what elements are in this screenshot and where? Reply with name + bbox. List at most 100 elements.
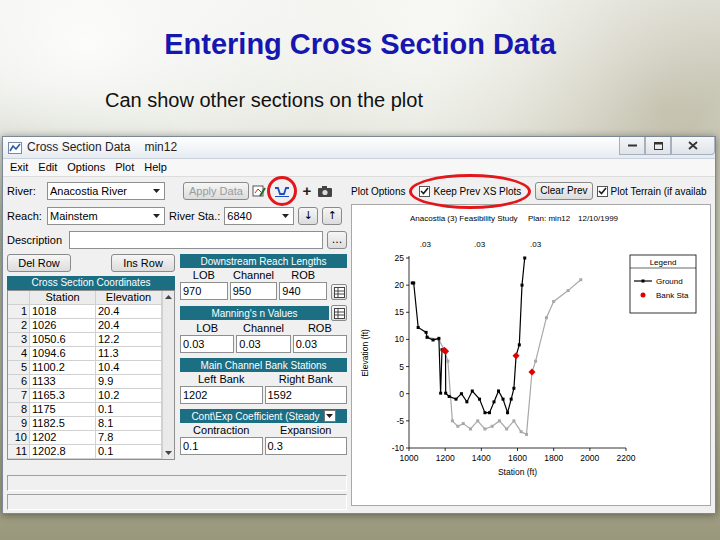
editor-panel: River:Anacostia RiverApply Data+Reach:Ma… [7,180,347,510]
highlight-circle [267,176,297,206]
x-axis-label: Station (ft) [498,467,537,477]
apply-data-button[interactable]: Apply Data [183,182,249,200]
menu-item[interactable]: Plot [110,159,139,176]
menu-item[interactable]: Help [139,159,172,176]
legend-box [630,255,696,313]
table-cell[interactable]: 1202 [30,431,96,445]
field-value[interactable]: 970 [180,282,228,300]
ground-point [520,430,523,433]
insert-row-button[interactable]: Ins Row [111,254,175,272]
station-nav-button[interactable]: ↑ [322,207,342,225]
checkbox-option[interactable]: Keep Prev XS Plots [419,185,521,198]
parameter-section: Downstream Reach LengthsLOB970Channel950… [180,254,347,300]
camera-icon[interactable] [317,183,333,199]
table-cell[interactable]: 12.2 [96,333,162,347]
table-cell[interactable]: 9.9 [96,375,162,389]
table-cell[interactable]: 0.1 [96,445,162,459]
section-header-row: Main Channel Bank Stations [180,358,347,372]
table-icon[interactable] [331,284,347,300]
cross-section-window: Cross Section Datamin12ExitEditOptionsPl… [2,136,716,514]
table-cell[interactable]: 8.1 [96,417,162,431]
row-number: 1 [8,305,30,319]
ground-point [456,425,459,428]
x-tick-label: 1600 [508,453,527,463]
close-icon[interactable] [671,137,715,155]
y-tick [406,420,409,421]
coordinates-table: StationElevation1101820.42102620.431050.… [7,290,175,460]
description-input[interactable] [69,231,323,249]
checkbox-option[interactable]: Plot Terrain (if availab [597,185,707,198]
maximize-icon[interactable] [645,137,671,155]
ground-point [432,338,435,341]
table-cell[interactable]: 10.4 [96,361,162,375]
field-value[interactable]: 0.03 [180,335,234,353]
add-button[interactable]: + [299,183,315,199]
table-cell[interactable]: 1165.3 [30,389,96,403]
description-more-button[interactable]: ... [327,231,347,249]
ground-point [446,360,449,363]
table-cell[interactable]: 20.4 [96,305,162,319]
field-value[interactable]: 0.1 [180,437,263,455]
plot-panel: Plot Options Keep Prev XS Plots Clear Prev… [351,180,711,510]
y-tick-label: 5 [399,362,404,372]
table-cell[interactable]: 1026 [30,319,96,333]
dropdown-arrow-icon[interactable] [279,209,291,223]
table-cell[interactable]: 1133 [30,375,96,389]
dropdown-arrow-icon[interactable] [324,410,336,422]
edit-plot-icon[interactable] [251,183,267,199]
field-value[interactable]: 1592 [265,386,348,404]
field-value[interactable]: 940 [279,282,327,300]
field-value[interactable]: 1202 [180,386,263,404]
section-title: Manning's n Values [211,307,297,320]
scroll-up-icon[interactable] [163,291,174,303]
plot-options-button[interactable]: Plot Options [351,185,405,198]
field-value[interactable]: 0.03 [293,335,347,353]
dropdown-arrow-icon[interactable] [150,184,162,198]
coordinates-column: Del RowIns RowCross Section CoordinatesS… [7,254,175,460]
table-cell[interactable]: 1050.6 [30,333,96,347]
river-label: River: [7,185,47,198]
ground-point [567,289,570,292]
ground-point [425,331,428,334]
clear-previous-button[interactable]: Clear Prev [535,182,592,200]
table-icon[interactable] [331,305,347,321]
slide-title: Entering Cross Section Data [0,26,720,62]
reach-row: Reach:MainstemRiver Sta.:6840↓↑ [7,206,347,226]
scroll-down-icon[interactable] [163,447,174,459]
table-cell[interactable]: 1202.8 [30,445,96,459]
menu-item[interactable]: Edit [33,159,62,176]
table-cell[interactable]: 10.2 [96,389,162,403]
checkbox[interactable] [419,186,430,197]
dropdown-arrow-icon[interactable] [150,209,162,223]
river-station-select[interactable]: 6840 [224,207,294,225]
checkbox[interactable] [597,186,608,197]
reach-select[interactable]: Mainstem [47,207,165,225]
ground-point [476,419,479,422]
table-cell[interactable]: 7.8 [96,431,162,445]
ground-point [521,284,524,287]
delete-row-button[interactable]: Del Row [7,254,71,272]
ground-series [411,257,526,415]
field-value[interactable]: 0.3 [265,437,348,455]
dropdown-value: 6840 [227,208,277,224]
section-title: Cont\Exp Coefficient (Steady [191,410,319,423]
field-value[interactable]: 950 [230,282,278,300]
river-select[interactable]: Anacostia River [47,182,165,200]
table-cell[interactable]: 1182.5 [30,417,96,431]
menu-item[interactable]: Options [62,159,110,176]
menu-item[interactable]: Exit [5,159,33,176]
line-plot-icon[interactable] [274,183,290,199]
table-cell[interactable]: 1018 [30,305,96,319]
x-tick-label: 1000 [400,453,419,463]
table-cell[interactable]: 0.1 [96,403,162,417]
vertical-scrollbar[interactable] [162,291,174,459]
minimize-icon[interactable] [619,137,645,155]
station-nav-button[interactable]: ↓ [298,207,318,225]
table-cell[interactable]: 1094.6 [30,347,96,361]
table-cell[interactable]: 20.4 [96,319,162,333]
description-label: Description [7,234,69,247]
table-cell[interactable]: 1175 [30,403,96,417]
field-value[interactable]: 0.03 [236,335,290,353]
table-cell[interactable]: 1100.2 [30,361,96,375]
table-cell[interactable]: 11.3 [96,347,162,361]
